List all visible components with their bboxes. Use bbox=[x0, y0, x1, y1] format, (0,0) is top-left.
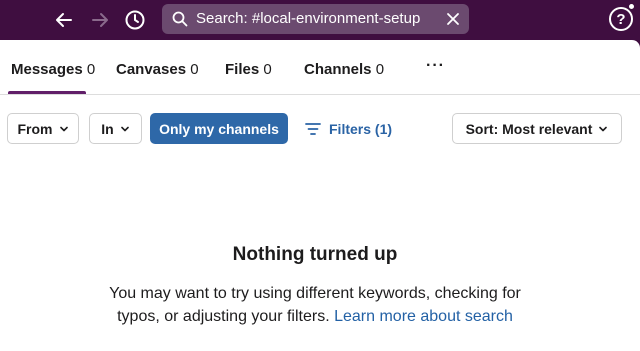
sort-dropdown[interactable]: Sort: Most relevant bbox=[452, 113, 622, 144]
tab-channels[interactable]: Channels 0 bbox=[304, 61, 384, 78]
tab-label: Channels bbox=[304, 61, 372, 78]
search-query-text[interactable]: Search: #local-environment-setup bbox=[196, 10, 420, 27]
tab-count: 0 bbox=[190, 61, 199, 78]
notification-dot bbox=[628, 3, 635, 10]
learn-more-link[interactable]: Learn more about search bbox=[334, 308, 513, 325]
from-filter-label: From bbox=[17, 120, 53, 137]
tab-messages[interactable]: Messages 0 bbox=[11, 61, 95, 78]
history-clock-icon bbox=[125, 10, 145, 30]
back-arrow-icon bbox=[56, 13, 72, 27]
search-icon bbox=[172, 11, 188, 27]
tab-count: 0 bbox=[86, 61, 96, 78]
tab-label: Canvases bbox=[116, 61, 187, 78]
from-filter-button[interactable]: From bbox=[7, 113, 79, 144]
only-my-channels-button[interactable]: Only my channels bbox=[150, 113, 288, 144]
tab-count: 0 bbox=[263, 61, 272, 78]
result-tabs: Messages 0 Canvases 0 Files 0 Channels 0… bbox=[0, 40, 640, 95]
tab-canvases[interactable]: Canvases 0 bbox=[116, 61, 199, 78]
back-button[interactable] bbox=[50, 6, 78, 34]
history-button[interactable] bbox=[121, 6, 149, 34]
empty-state-title: Nothing turned up bbox=[232, 244, 398, 265]
help-icon[interactable]: ? bbox=[609, 7, 633, 31]
top-bar: Search: #local-environment-setup ? bbox=[0, 0, 640, 40]
more-dots-icon[interactable]: ··· bbox=[426, 57, 445, 75]
in-filter-label: In bbox=[101, 120, 114, 137]
tab-count: 0 bbox=[375, 61, 385, 78]
in-filter-button[interactable]: In bbox=[89, 113, 142, 144]
forward-arrow-icon bbox=[92, 13, 108, 27]
filters-label: Filters (1) bbox=[329, 121, 393, 137]
empty-state-body: You may want to try using different keyw… bbox=[90, 282, 540, 328]
tab-label: Files bbox=[225, 61, 260, 78]
search-results-panel: Messages 0 Canvases 0 Files 0 Channels 0… bbox=[0, 40, 640, 351]
chevron-down-icon bbox=[599, 126, 608, 131]
search-bar[interactable]: Search: #local-environment-setup bbox=[162, 4, 469, 34]
filter-lines-icon bbox=[305, 123, 321, 135]
clear-x-icon[interactable] bbox=[445, 11, 461, 27]
filters-button[interactable]: Filters (1) bbox=[305, 120, 392, 138]
tab-label: Messages bbox=[11, 61, 83, 78]
forward-button[interactable] bbox=[86, 6, 114, 34]
chevron-down-icon bbox=[59, 126, 68, 131]
active-tab-indicator bbox=[8, 91, 86, 94]
tab-files[interactable]: Files 0 bbox=[225, 61, 272, 78]
sort-label: Sort: Most relevant bbox=[465, 120, 593, 137]
chevron-down-icon bbox=[120, 126, 129, 131]
